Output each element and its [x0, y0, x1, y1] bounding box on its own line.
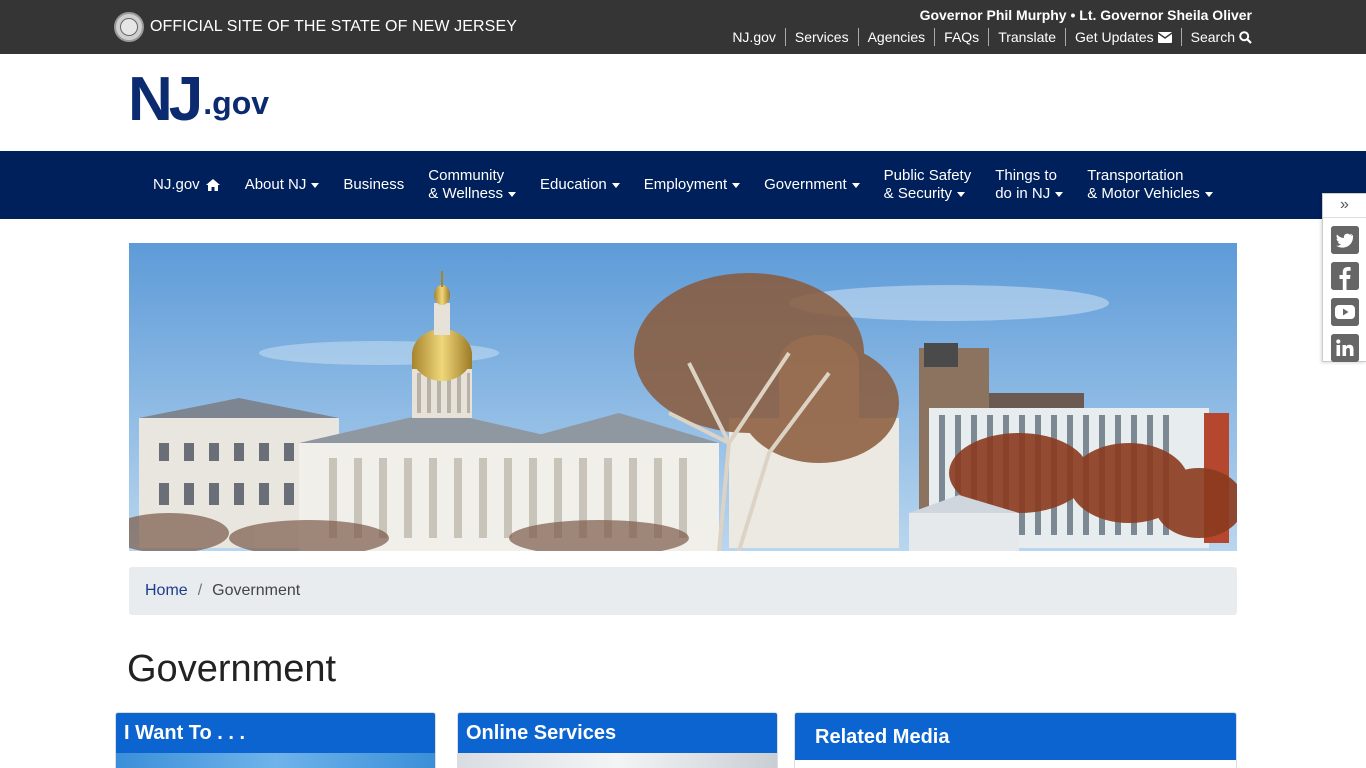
utility-link-translate[interactable]: Translate: [989, 28, 1067, 46]
utility-link-faqs[interactable]: FAQs: [935, 28, 990, 46]
nav-item-education[interactable]: Education: [528, 176, 632, 194]
breadcrumb: Home / Government: [129, 567, 1237, 615]
nav-item-public-safety[interactable]: Public Safety & Security: [872, 167, 984, 203]
nav-item-njgov[interactable]: NJ.gov: [141, 176, 233, 194]
nav-item-business[interactable]: Business: [331, 176, 416, 194]
youtube-icon[interactable]: [1330, 298, 1359, 326]
nj-gov-logo[interactable]: NJ .gov: [128, 69, 269, 131]
nav-item-transportation[interactable]: Transportation & Motor Vehicles: [1075, 167, 1225, 203]
facebook-icon[interactable]: [1330, 262, 1359, 290]
i-want-to-card-title[interactable]: I Want To . . .: [116, 713, 435, 753]
related-media-card: Related Media: [794, 712, 1237, 768]
online-services-card-title[interactable]: Online Services: [458, 713, 777, 753]
twitter-icon[interactable]: [1330, 226, 1359, 254]
nav-item-employment[interactable]: Employment: [632, 176, 752, 194]
main-navigation: NJ.gov About NJ Business Community & Well…: [0, 151, 1366, 219]
breadcrumb-separator: /: [197, 582, 203, 599]
logo-nj-text: NJ: [128, 65, 203, 134]
linkedin-icon[interactable]: [1330, 334, 1359, 362]
nav-item-about-nj[interactable]: About NJ: [233, 176, 332, 194]
nav-item-government[interactable]: Government: [752, 176, 872, 194]
utility-link-get-updates[interactable]: Get Updates: [1066, 28, 1182, 46]
official-site-bar: OFFICIAL SITE OF THE STATE OF NEW JERSEY…: [0, 0, 1366, 54]
online-services-card: Online Services: [457, 712, 778, 768]
collapse-sidebar-button[interactable]: »: [1323, 194, 1366, 218]
logo-gov-text: .gov: [203, 85, 270, 121]
governor-text: Governor Phil Murphy • Lt. Governor Shei…: [919, 7, 1252, 23]
breadcrumb-home-link[interactable]: Home: [145, 582, 188, 600]
hero-statehouse-image: [129, 243, 1237, 551]
search-icon: [1239, 30, 1252, 44]
chevron-down-icon: [1204, 191, 1213, 197]
nav-item-community-wellness[interactable]: Community & Wellness: [416, 167, 528, 203]
utility-link-njgov[interactable]: NJ.gov: [723, 28, 786, 46]
chevron-down-icon: [611, 182, 620, 188]
chevron-down-icon: [311, 182, 320, 188]
i-want-to-card: I Want To . . .: [115, 712, 436, 768]
related-media-card-title: Related Media: [795, 713, 1236, 760]
official-site-label: OFFICIAL SITE OF THE STATE OF NEW JERSEY: [114, 12, 517, 42]
page-title: Government: [127, 648, 337, 690]
chevron-down-icon: [508, 191, 517, 197]
utility-link-agencies[interactable]: Agencies: [859, 28, 936, 46]
chevron-down-icon: [732, 182, 741, 188]
envelope-icon: [1157, 31, 1172, 43]
chevron-down-icon: [957, 191, 966, 197]
i-want-to-card-image: [116, 753, 435, 768]
online-services-card-image: [458, 753, 777, 768]
state-seal-icon: [114, 12, 144, 42]
utility-link-services[interactable]: Services: [786, 28, 859, 46]
chevron-down-icon: [1055, 191, 1064, 197]
utility-links: NJ.gov Services Agencies FAQs Translate …: [723, 28, 1252, 46]
social-share-sidebar: »: [1322, 193, 1366, 362]
logo-band: NJ .gov: [0, 54, 1366, 151]
chevron-down-icon: [851, 182, 860, 188]
nav-item-things-to-do[interactable]: Things to do in NJ: [983, 167, 1075, 203]
home-icon: [205, 179, 220, 191]
utility-link-search[interactable]: Search: [1182, 28, 1252, 46]
official-site-text: OFFICIAL SITE OF THE STATE OF NEW JERSEY: [150, 18, 517, 35]
breadcrumb-current: Government: [212, 582, 301, 599]
